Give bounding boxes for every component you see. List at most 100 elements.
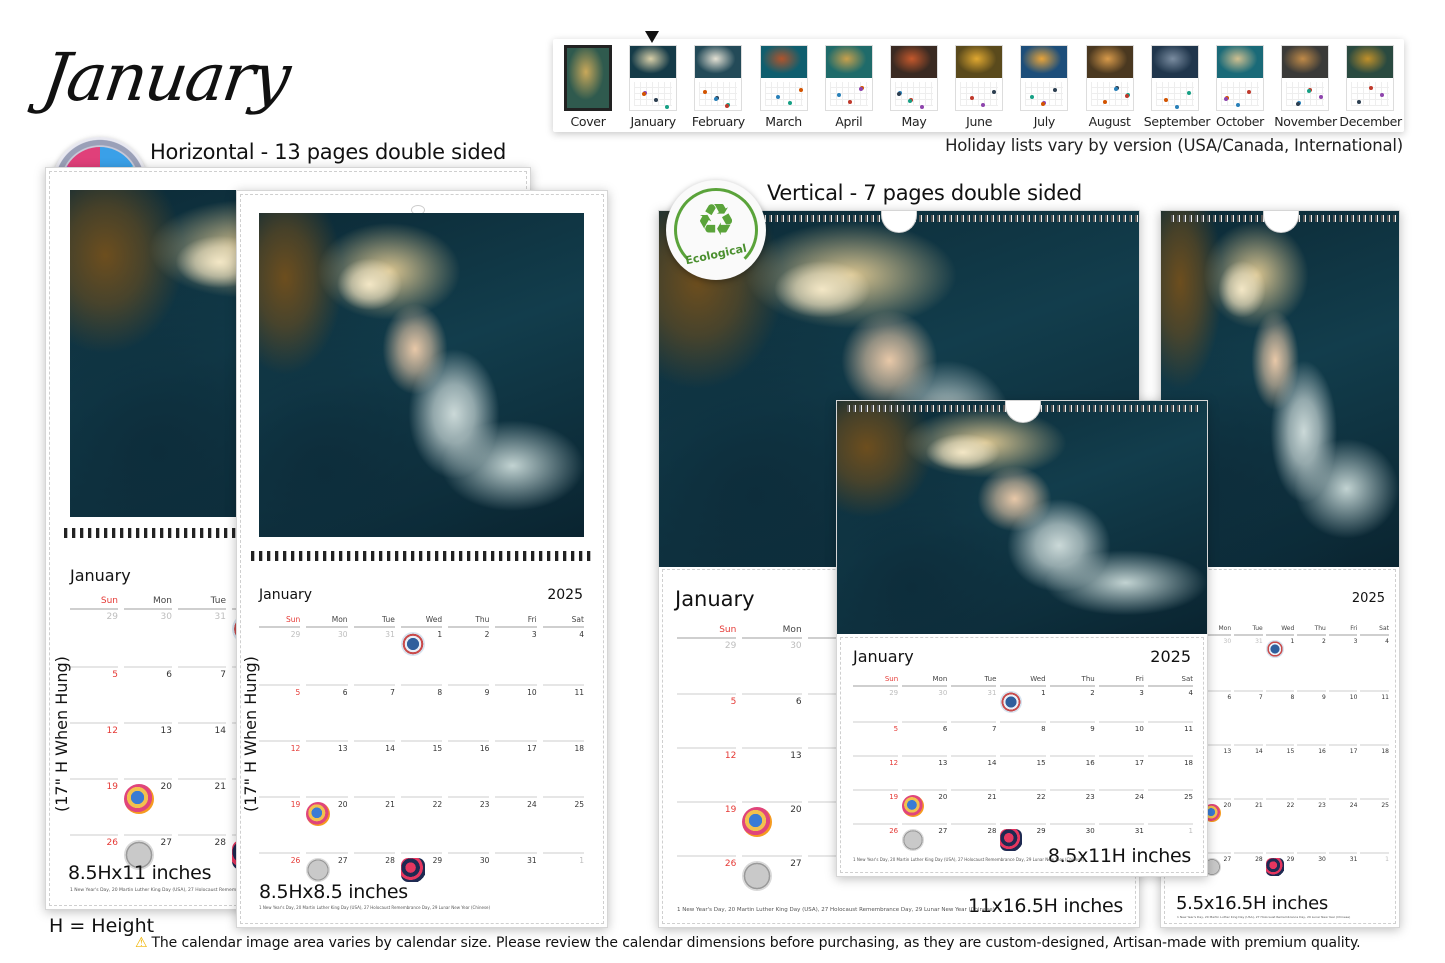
month-thumbnail — [1216, 45, 1264, 111]
calendar-day: 30 — [160, 612, 172, 622]
month-thumb-march[interactable]: March — [753, 45, 815, 130]
calendar-day: 26 — [677, 855, 737, 909]
calendar-day: 19 — [677, 801, 737, 855]
calendar-day: 30 — [938, 689, 948, 697]
thumbnail-artwork — [1282, 46, 1329, 78]
calendar-day: 2 — [1322, 638, 1326, 645]
month-thumb-september[interactable]: September — [1144, 45, 1211, 130]
size-label: 8.5Hx8.5 inches — [259, 881, 408, 903]
weekday-header: Mon — [306, 615, 348, 628]
holiday-dot — [665, 105, 670, 109]
month-thumb-january[interactable]: January — [622, 45, 684, 130]
calendar-day: 10 — [1328, 690, 1358, 744]
holiday-dot — [858, 87, 863, 91]
month-thumbnail — [694, 45, 743, 111]
calendar-day: 6 — [124, 666, 172, 722]
calendar-year-label: 2025 — [1351, 591, 1385, 606]
holiday-footnote: 1 New Year's Day, 20 Martin Luther King … — [677, 907, 995, 913]
calendar-day: 9 — [1297, 690, 1326, 744]
calendar-day: 14 — [1234, 744, 1263, 798]
calendar-day: 2 — [484, 630, 490, 639]
calendar-day: 27 — [902, 823, 948, 857]
month-thumb-august[interactable]: August — [1079, 45, 1141, 130]
calendar-day: 6 — [306, 684, 348, 740]
holiday-version-note: Holiday lists vary by version (USA/Canad… — [945, 136, 1403, 155]
weekday-header: Sun — [853, 675, 899, 687]
calendar-day: 29 — [724, 641, 737, 651]
calendar-day: 29 — [106, 612, 118, 622]
calendar-day: 20 — [742, 801, 802, 855]
weekday-header: Sun — [677, 625, 737, 639]
month-thumb-june[interactable]: June — [948, 45, 1010, 130]
calendar-day: 2 — [1090, 689, 1095, 697]
month-thumb-cover[interactable]: Cover — [557, 45, 619, 130]
warning-icon: ⚠ — [135, 935, 148, 951]
holiday-dot — [1102, 100, 1107, 104]
spiral-binding — [251, 551, 593, 561]
calendar-day: 1 — [1000, 687, 1046, 721]
calendar-day: 15 — [1265, 744, 1295, 798]
month-thumb-december[interactable]: December — [1339, 45, 1402, 130]
month-thumb-november[interactable]: November — [1274, 45, 1337, 130]
mermaid-artwork — [837, 401, 1207, 634]
calendar-day: 29 — [290, 630, 301, 639]
calendar-day: 23 — [448, 796, 490, 852]
calendar-day: 6 — [742, 693, 802, 747]
holiday-dot — [1174, 105, 1179, 109]
calendar-day: 7 — [951, 721, 997, 755]
calendar-day: 29 — [889, 689, 899, 697]
holiday-dot — [1224, 97, 1228, 101]
month-thumb-label: June — [966, 114, 993, 129]
calendar-day: 7 — [178, 666, 226, 722]
spiral-binding — [739, 215, 1139, 222]
holiday-dot — [897, 92, 901, 96]
calendar-day: 14 — [951, 755, 997, 789]
calendar-day: 31 — [495, 852, 537, 908]
holocaust-remembrance-coin-icon — [306, 858, 331, 882]
calendar-day: 20 — [306, 796, 348, 852]
calendar-day: 25 — [1360, 798, 1389, 852]
month-thumb-may[interactable]: May — [883, 45, 945, 130]
month-thumb-february[interactable]: February — [687, 45, 749, 130]
holiday-dot — [1236, 103, 1240, 107]
thumbnail-artwork — [1347, 46, 1394, 78]
weekday-header: Thu — [1049, 675, 1095, 687]
new-year-sticker-icon — [1000, 691, 1023, 713]
weekday-header: Wed — [1000, 675, 1046, 687]
calendar-day: 1 — [1360, 852, 1389, 906]
thumbnail-artwork — [825, 46, 872, 78]
calendar-day: 18 — [542, 740, 584, 796]
calendar-month-label: January — [70, 566, 131, 585]
calendar-day: 13 — [306, 740, 348, 796]
holiday-dot — [836, 93, 841, 97]
calendar-day: 19 — [70, 778, 118, 834]
calendar-day: 31 — [1255, 638, 1263, 645]
month-thumb-april[interactable]: April — [818, 45, 880, 130]
calendar-day: 26 — [853, 823, 899, 857]
calendar-day: 28 — [951, 823, 997, 857]
holocaust-remembrance-coin-icon — [742, 861, 773, 891]
horizontal-section-title: Horizontal - 13 pages double sided — [150, 140, 507, 164]
month-thumb-october[interactable]: October — [1209, 45, 1271, 130]
calendar-day: 27 — [742, 855, 802, 909]
month-thumb-label: November — [1274, 114, 1337, 129]
calendar-day: 9 — [1049, 721, 1095, 755]
lunar-new-year-dragon-icon — [1000, 829, 1023, 851]
calendar-day: 17 — [1098, 755, 1144, 789]
weekday-header: Thu — [448, 615, 490, 628]
holiday-dot — [787, 101, 792, 105]
thumbnail-artwork — [695, 46, 742, 78]
month-thumb-label: August — [1088, 114, 1131, 129]
size-label: 8.5Hx11 inches — [68, 862, 212, 884]
weekday-header: Tue — [1234, 625, 1263, 636]
mlk-day-sticker-icon — [306, 802, 331, 826]
calendar-day: 30 — [790, 641, 802, 651]
month-thumbnail — [890, 45, 938, 111]
size-label: 5.5x16.5H inches — [1176, 893, 1328, 914]
calendar-horizontal-8-5x8-5: January 2025 Sun Mon Tue Wed Thu Fri Sat 29 30 31… — [236, 190, 608, 928]
thumbnail-artwork — [1217, 46, 1263, 78]
weekday-header: Tue — [178, 596, 226, 610]
month-thumb-july[interactable]: July — [1013, 45, 1075, 130]
month-thumbnail — [955, 45, 1004, 111]
weekday-header: Mon — [902, 675, 948, 687]
